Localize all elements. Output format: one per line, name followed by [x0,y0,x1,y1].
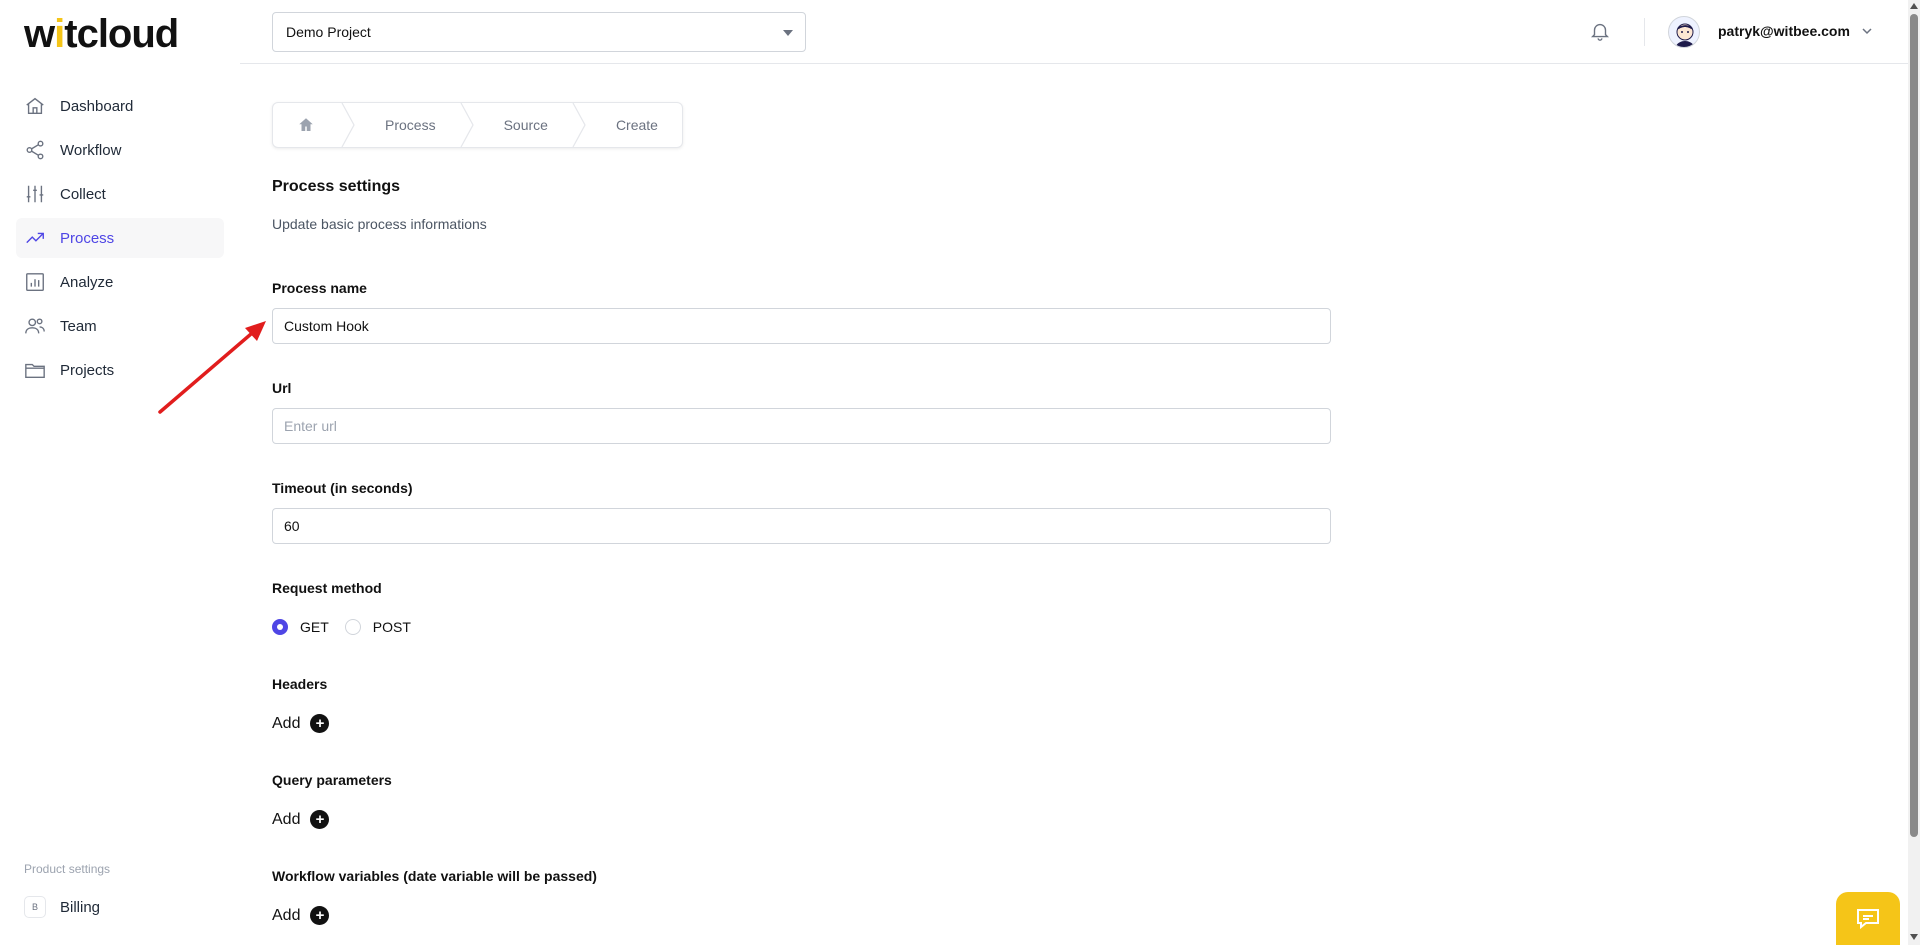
timeout-label: Timeout (in seconds) [272,480,413,496]
sidebar-item-label: Collect [60,185,106,203]
breadcrumb-create[interactable]: Create [586,103,682,147]
sidebar-item-projects[interactable]: Projects [16,350,224,390]
sidebar: witcloud Dashboard Workflow Collect Proc… [0,0,240,945]
workflow-variables-label: Workflow variables (date variable will b… [272,868,597,884]
radio-get-label[interactable]: GET [300,619,329,635]
avatar[interactable] [1668,16,1700,48]
logo-text-i: i [54,12,65,56]
timeout-input[interactable] [272,508,1331,544]
add-query-parameter-button[interactable]: Add + [272,810,330,829]
breadcrumb-separator [572,102,586,148]
folder-icon [24,359,46,381]
breadcrumb-source[interactable]: Source [474,103,572,147]
top-header: Demo Project patryk@witbee.com [240,0,1908,64]
sidebar-item-label: Workflow [60,141,122,159]
user-email[interactable]: patryk@witbee.com [1718,23,1850,39]
page-title: Process settings [272,178,401,195]
sidebar-item-label: Projects [60,361,115,379]
sidebar-item-analyze[interactable]: Analyze [16,262,224,302]
breadcrumb-process[interactable]: Process [355,103,460,147]
sidebar-item-label: Analyze [60,273,114,291]
chat-icon [1857,908,1879,929]
chevron-down-icon[interactable] [1860,24,1874,38]
add-header-label: Add [272,714,301,732]
project-select[interactable]: Demo Project [272,12,806,52]
product-settings-heading: Product settings [24,862,111,876]
caret-down-icon [783,30,793,36]
breadcrumb-home[interactable] [273,103,341,147]
add-workflow-variable-label: Add [272,906,301,924]
request-method-label: Request method [272,580,382,596]
bell-icon[interactable] [1589,20,1613,44]
witcloud-logo[interactable]: witcloud [24,12,179,57]
breadcrumb: Process Source Create [272,102,683,148]
sidebar-item-billing[interactable]: B Billing [24,896,100,918]
process-name-label: Process name [272,280,367,296]
home-icon [299,118,313,131]
logo-text-w: w [24,12,55,56]
url-label: Url [272,380,292,396]
bar-chart-icon [24,271,46,293]
billing-badge: B [24,896,46,918]
url-input[interactable] [272,408,1331,444]
radio-post[interactable] [344,619,361,635]
headers-label: Headers [272,676,328,692]
project-select-value: Demo Project [286,24,371,40]
sidebar-nav: Dashboard Workflow Collect Process Analy… [16,86,224,394]
query-parameters-label: Query parameters [272,772,392,788]
breadcrumb-separator [460,102,474,148]
sidebar-item-collect[interactable]: Collect [16,174,224,214]
plus-circle-icon: + [310,714,330,733]
plus-circle-icon: + [310,810,330,829]
sidebar-item-label: Process [60,229,115,247]
sidebar-item-label: Billing [60,898,101,916]
header-divider [1644,18,1645,46]
scroll-up-arrow-icon[interactable] [1910,3,1918,9]
add-query-parameter-label: Add [272,810,301,828]
request-method-group: GET POST [272,619,427,635]
scroll-down-arrow-icon[interactable] [1910,934,1918,940]
radio-get[interactable] [272,619,288,635]
home-icon [24,95,46,117]
share-icon [24,139,46,161]
add-workflow-variable-button[interactable]: Add + [272,906,330,925]
logo-text-tcloud: tcloud [64,12,179,56]
sidebar-item-workflow[interactable]: Workflow [16,130,224,170]
breadcrumb-separator [341,102,355,148]
add-header-button[interactable]: Add + [272,714,330,733]
sidebar-item-process[interactable]: Process [16,218,224,258]
page-subtitle: Update basic process informations [272,216,487,232]
sidebar-item-dashboard[interactable]: Dashboard [16,86,224,126]
radio-post-label[interactable]: POST [373,619,411,635]
trending-up-icon [24,227,46,249]
users-icon [24,315,46,337]
sliders-icon [24,183,46,205]
process-name-input[interactable] [272,308,1331,344]
sidebar-item-team[interactable]: Team [16,306,224,346]
sidebar-item-label: Dashboard [60,97,134,115]
plus-circle-icon: + [310,906,330,925]
sidebar-item-label: Team [60,317,97,335]
page-scrollbar[interactable] [1908,0,1920,945]
scrollbar-thumb[interactable] [1910,14,1918,837]
chat-widget-button[interactable] [1836,892,1900,945]
